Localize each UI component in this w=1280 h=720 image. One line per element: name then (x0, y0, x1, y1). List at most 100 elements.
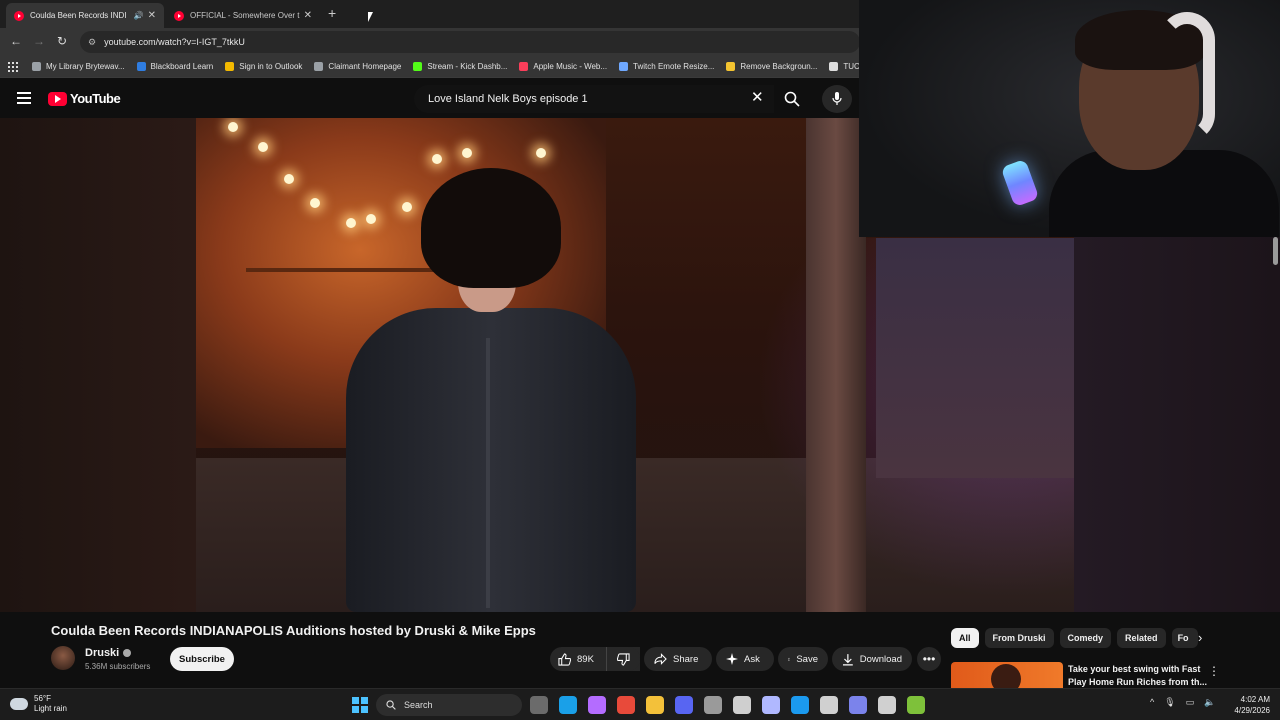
system-tray: ^ 🎙 ▭ 🔈 (1150, 697, 1225, 708)
bookmark-item[interactable]: Apple Music - Web... (519, 62, 607, 71)
headset (1159, 12, 1215, 142)
microphone-icon[interactable]: 🎙 (1164, 697, 1175, 708)
bookmark-label: Apple Music - Web... (533, 62, 608, 71)
search-button[interactable] (776, 85, 808, 113)
taskbar-app-icon[interactable] (559, 696, 577, 714)
back-icon[interactable]: ← (10, 34, 22, 48)
taskbar-search[interactable]: Search (376, 694, 522, 716)
chevron-right-icon[interactable]: › (1198, 630, 1202, 645)
bookmark-label: Blackboard Learn (150, 62, 214, 71)
bookmark-item[interactable]: Stream - Kick Dashb... (413, 62, 507, 71)
more-actions-icon[interactable]: ••• (917, 647, 941, 671)
bookmarks-bar: My Library Brytewav... Blackboard Learn Si… (0, 56, 865, 78)
taskbar-app-icon[interactable] (791, 696, 809, 714)
youtube-logo[interactable]: YouTube (48, 91, 121, 106)
search-icon (784, 91, 800, 107)
windows-start-icon[interactable] (352, 697, 368, 713)
chevron-up-icon[interactable]: ^ (1150, 697, 1154, 708)
bookmark-label: Stream - Kick Dashb... (427, 62, 508, 71)
brick-wall (876, 238, 1074, 478)
windows-taskbar: 56°F Light rain Search ^ 🎙 ▭ 🔈 4:02 AM 4… (0, 688, 1280, 720)
chip-from-druski[interactable]: From Druski (984, 628, 1054, 648)
chip-all[interactable]: All (951, 628, 979, 648)
tab-close-icon[interactable]: ✕ (148, 10, 156, 21)
recommended-title[interactable]: Take your best swing with Fast Play Home… (1068, 663, 1208, 689)
forward-icon[interactable]: → (33, 34, 45, 48)
address-bar[interactable]: ⚙ youtube.com/watch?v=I-IGT_7tkkU (80, 31, 860, 53)
recommended-thumbnail[interactable] (951, 662, 1063, 688)
bookmark-label: Claimant Homepage (328, 62, 402, 71)
tab-title: OFFICIAL - Somewhere Over th (190, 11, 300, 20)
bookmark-item[interactable]: Sign in to Outlook (225, 62, 302, 71)
kebab-menu-icon[interactable]: ⋮ (1208, 664, 1220, 678)
weather-desc: Light rain (34, 704, 67, 713)
youtube-play-icon (48, 91, 67, 106)
chip-comedy[interactable]: Comedy (1059, 628, 1112, 648)
taskbar-app-icon[interactable] (733, 696, 751, 714)
bookmark-item[interactable]: My Library Brytewav... (32, 62, 125, 71)
bookmark-icon (788, 657, 791, 661)
webcam-overlay (859, 0, 1280, 237)
bookmark-item[interactable]: Twitch Emote Resize... (619, 62, 714, 71)
bookmark-item[interactable]: Remove Backgroun... (726, 62, 817, 71)
bookmark-favicon-icon (726, 62, 736, 71)
chip-partial[interactable]: Fo (1171, 628, 1198, 648)
sparkle-icon (726, 653, 738, 665)
clear-search-icon[interactable]: ✕ (751, 88, 764, 106)
save-button[interactable]: Save (778, 647, 828, 671)
ask-button[interactable]: Ask (716, 647, 774, 671)
voice-search-button[interactable] (822, 85, 852, 113)
browser-tab[interactable]: OFFICIAL - Somewhere Over th ✕ (166, 3, 320, 28)
video-details: Coulda Been Records INDIANAPOLIS Auditio… (0, 612, 1280, 688)
browser-toolbar: ← → ↻ ⚙ youtube.com/watch?v=I-IGT_7tkkU (0, 28, 860, 56)
chip-related[interactable]: Related (1117, 628, 1166, 648)
tab-title: Coulda Been Records INDI (30, 11, 127, 20)
taskbar-app-icon[interactable] (530, 696, 548, 714)
taskbar-app-icon[interactable] (617, 696, 635, 714)
taskbar-app-icon[interactable] (849, 696, 867, 714)
subscriber-count: 5.36M subscribers (85, 662, 151, 671)
bookmark-item[interactable]: Blackboard Learn (136, 62, 214, 71)
bookmark-favicon-icon (519, 62, 529, 71)
tab-close-icon[interactable]: ✕ (304, 10, 312, 21)
bookmark-favicon-icon (314, 62, 324, 71)
taskbar-app-icon[interactable] (675, 696, 693, 714)
clock[interactable]: 4:02 AM 4/29/2026 (1222, 694, 1270, 716)
video-subject (346, 168, 636, 612)
taskbar-app-icon[interactable] (820, 696, 838, 714)
thumbs-down-icon (617, 652, 630, 666)
site-info-icon[interactable]: ⚙ (88, 37, 96, 48)
taskbar-app-icon[interactable] (762, 696, 780, 714)
reload-icon[interactable]: ↻ (57, 34, 67, 48)
download-button[interactable]: Download (832, 647, 912, 671)
display-icon[interactable]: ▭ (1186, 697, 1195, 708)
bookmark-item[interactable]: Claimant Homepage (314, 62, 401, 71)
channel-name[interactable]: Druski (85, 647, 132, 659)
share-button[interactable]: Share (644, 647, 712, 671)
browser-tabstrip: Coulda Been Records INDI 🔊 ✕ OFFICIAL - … (0, 0, 860, 28)
new-tab-icon[interactable]: + (328, 5, 336, 21)
verified-icon (123, 649, 132, 658)
taskbar-app-icon[interactable] (878, 696, 896, 714)
taskbar-app-icon[interactable] (907, 696, 925, 714)
speaker-icon[interactable]: 🔊 (134, 11, 144, 20)
dislike-button[interactable] (606, 647, 640, 671)
bookmark-label: My Library Brytewav... (46, 62, 125, 71)
search-input[interactable]: Love Island Nelk Boys episode 1 (414, 85, 774, 113)
url-text: youtube.com/watch?v=I-IGT_7tkkU (104, 37, 245, 47)
bookmark-favicon-icon (136, 62, 146, 71)
weather-widget[interactable]: 56°F Light rain (10, 694, 67, 714)
taskbar-app-icon[interactable] (588, 696, 606, 714)
taskbar-app-icon[interactable] (704, 696, 722, 714)
taskbar-app-icon[interactable] (646, 696, 664, 714)
volume-icon[interactable]: 🔈 (1204, 697, 1215, 708)
menu-icon[interactable] (17, 92, 31, 104)
browser-tab-active[interactable]: Coulda Been Records INDI 🔊 ✕ (6, 3, 164, 28)
apps-grid-icon[interactable] (8, 61, 18, 72)
bookmark-favicon-icon (413, 62, 423, 71)
wooden-pillar (806, 118, 866, 612)
channel-avatar[interactable] (51, 646, 75, 670)
subscribe-button[interactable]: Subscribe (170, 647, 234, 671)
bookmark-favicon-icon (619, 62, 629, 71)
bookmark-favicon-icon (32, 62, 41, 71)
